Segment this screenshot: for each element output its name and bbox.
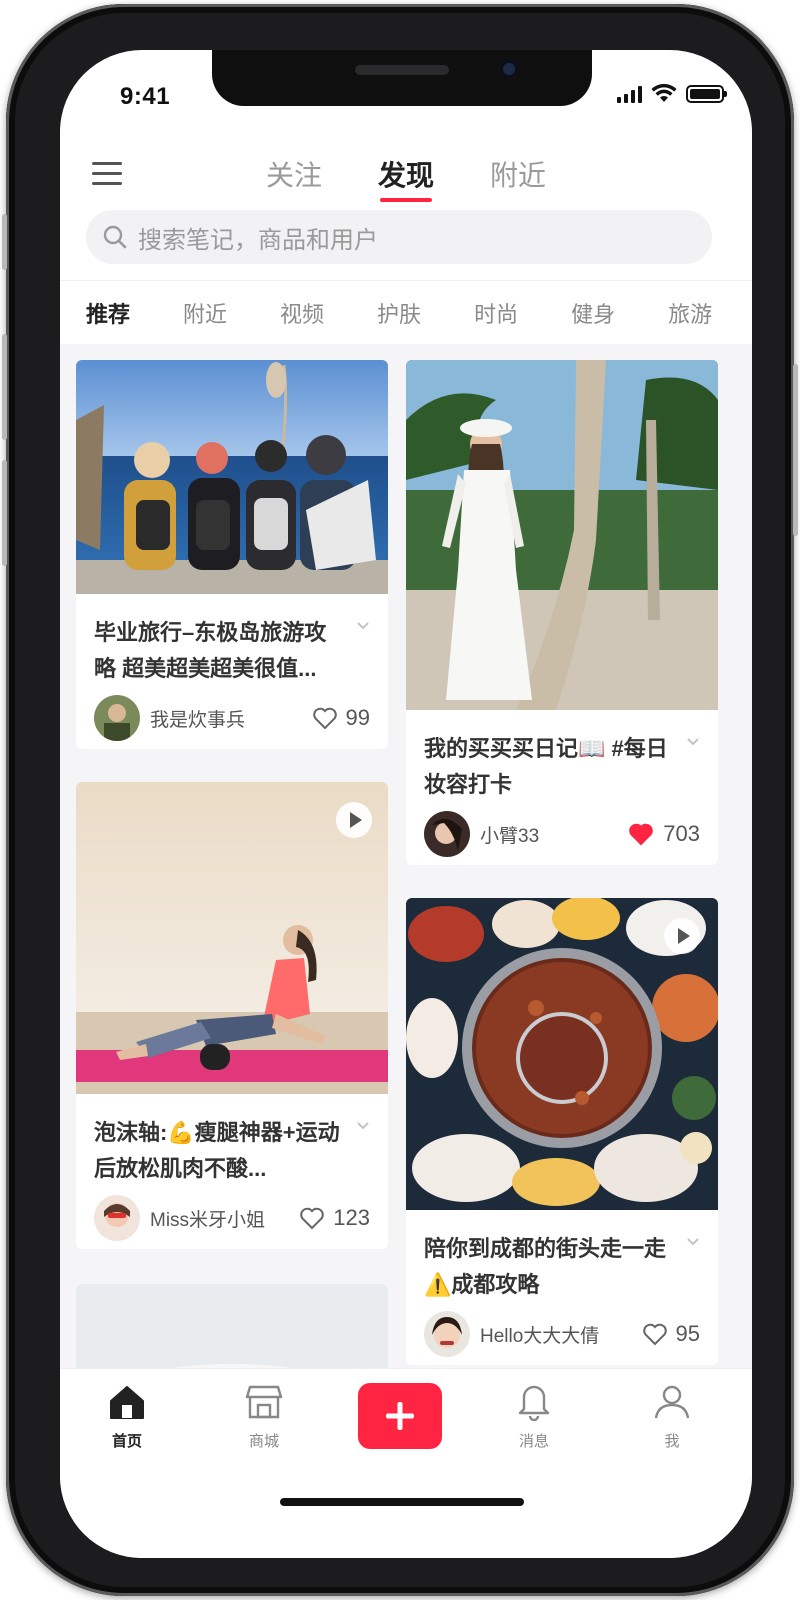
- signal-icon: [617, 85, 642, 103]
- plus-icon: [386, 1402, 414, 1430]
- note-image: [76, 782, 388, 1099]
- chevron-down-icon[interactable]: [356, 1121, 370, 1131]
- note-title: 我的买买买日记📖 #每日妆容打卡: [424, 715, 700, 803]
- avatar[interactable]: [94, 695, 140, 741]
- category-tabs: 推荐 附近 视频 护肤 时尚 健身 旅游: [60, 280, 752, 344]
- mute-switch: [2, 214, 7, 270]
- store-icon: [245, 1385, 283, 1419]
- search-placeholder: 搜索笔记，商品和用户: [138, 226, 378, 254]
- screen: 9:41 关注 发现 附近 搜索笔记，商品和用户 推荐 附近 视频 护肤 时尚 …: [60, 50, 752, 1558]
- tab-follow[interactable]: 关注: [266, 154, 322, 194]
- play-icon[interactable]: [664, 918, 700, 954]
- like-button[interactable]: 123: [299, 1205, 370, 1231]
- tab-messages[interactable]: 消息: [494, 1383, 574, 1451]
- note-image: [406, 898, 718, 1215]
- note-card[interactable]: 我的买买买日记📖 #每日妆容打卡 小臂33 703: [406, 360, 718, 865]
- search-icon: [103, 225, 127, 249]
- status-time: 9:41: [120, 83, 171, 110]
- category-fitness[interactable]: 健身: [571, 297, 615, 329]
- heart-icon: [642, 1323, 667, 1346]
- note-title-text: 泡沫轴:💪瘦腿神器+运动后放松肌肉不酸...: [94, 1120, 340, 1181]
- tab-label: 商城: [248, 1433, 279, 1450]
- publish-button[interactable]: [358, 1383, 442, 1449]
- home-indicator: [280, 1498, 524, 1506]
- notch: [212, 50, 592, 106]
- note-title: 泡沫轴:💪瘦腿神器+运动后放松肌肉不酸...: [94, 1099, 370, 1187]
- note-title: 毕业旅行–东极岛旅游攻略 超美超美超美很值...: [94, 599, 370, 687]
- front-camera: [499, 59, 519, 79]
- note-image: [76, 1284, 388, 1368]
- speaker: [355, 65, 449, 75]
- category-travel[interactable]: 旅游: [668, 297, 712, 329]
- note-card[interactable]: 泡沫轴:💪瘦腿神器+运动后放松肌肉不酸... Miss米牙小姐 123: [76, 782, 388, 1249]
- note-image: [76, 360, 388, 599]
- note-title-text: 我的买买买日记📖 #每日妆容打卡: [424, 736, 668, 797]
- author-name[interactable]: Hello大大大倩: [480, 1321, 642, 1348]
- note-title-text: 毕业旅行–东极岛旅游攻略 超美超美超美很值...: [94, 620, 327, 681]
- like-count: 703: [663, 821, 700, 846]
- category-fashion[interactable]: 时尚: [474, 297, 518, 329]
- play-icon[interactable]: [336, 802, 372, 838]
- tab-label: 消息: [518, 1433, 549, 1450]
- like-count: 123: [333, 1205, 370, 1230]
- category-video[interactable]: 视频: [280, 297, 324, 329]
- tab-label: 首页: [111, 1433, 142, 1450]
- phone-frame: 9:41 关注 发现 附近 搜索笔记，商品和用户 推荐 附近 视频 护肤 时尚 …: [2, 4, 798, 1596]
- heart-icon: [300, 1207, 325, 1230]
- category-recommend[interactable]: 推荐: [86, 297, 130, 329]
- note-card[interactable]: [76, 1284, 388, 1368]
- chevron-down-icon[interactable]: [686, 1237, 700, 1247]
- tab-nearby[interactable]: 附近: [490, 154, 546, 194]
- battery-icon: [686, 84, 727, 103]
- like-button[interactable]: 95: [642, 1321, 700, 1347]
- category-nearby[interactable]: 附近: [183, 297, 227, 329]
- like-button[interactable]: 99: [312, 705, 370, 731]
- home-icon: [110, 1386, 144, 1419]
- note-title: 陪你到成都的街头走一走⚠️成都攻略: [424, 1215, 700, 1303]
- note-title-text: 陪你到成都的街头走一走⚠️成都攻略: [424, 1236, 667, 1297]
- tab-discover[interactable]: 发现: [378, 154, 434, 202]
- heart-icon: [312, 707, 337, 730]
- avatar[interactable]: [94, 1195, 140, 1241]
- volume-down-button: [2, 460, 7, 566]
- like-button[interactable]: 703: [627, 821, 700, 847]
- tab-label: 我: [664, 1433, 680, 1450]
- power-button: [793, 364, 798, 536]
- chevron-down-icon[interactable]: [356, 621, 370, 631]
- author-name[interactable]: 小臂33: [480, 821, 627, 848]
- bottom-tab-bar: 首页 商城 消息 我: [60, 1368, 752, 1558]
- author-name[interactable]: 我是炊事兵: [150, 705, 312, 732]
- avatar[interactable]: [424, 811, 470, 857]
- category-skincare[interactable]: 护肤: [377, 297, 421, 329]
- like-count: 99: [345, 705, 370, 730]
- tab-store[interactable]: 商城: [224, 1383, 304, 1451]
- person-icon: [654, 1385, 690, 1419]
- author-name[interactable]: Miss米牙小姐: [150, 1205, 299, 1232]
- note-card[interactable]: 陪你到成都的街头走一走⚠️成都攻略 Hello大大大倩 95: [406, 898, 718, 1365]
- bell-icon: [518, 1385, 550, 1422]
- like-count: 95: [675, 1321, 700, 1346]
- wifi-icon: [651, 84, 677, 102]
- search-input[interactable]: 搜索笔记，商品和用户: [86, 210, 712, 264]
- heart-filled-icon: [629, 823, 654, 846]
- avatar[interactable]: [424, 1311, 470, 1357]
- top-tabs: 关注 发现 附近: [60, 154, 752, 202]
- feed: 毕业旅行–东极岛旅游攻略 超美超美超美很值... 我是炊事兵 99 泡沫轴:💪瘦…: [60, 344, 752, 1368]
- tab-home[interactable]: 首页: [87, 1383, 167, 1451]
- note-card[interactable]: 毕业旅行–东极岛旅游攻略 超美超美超美很值... 我是炊事兵 99: [76, 360, 388, 749]
- chevron-down-icon[interactable]: [686, 737, 700, 747]
- volume-up-button: [2, 334, 7, 440]
- status-icons: [617, 84, 727, 103]
- note-image: [406, 360, 718, 715]
- tab-profile[interactable]: 我: [632, 1383, 712, 1451]
